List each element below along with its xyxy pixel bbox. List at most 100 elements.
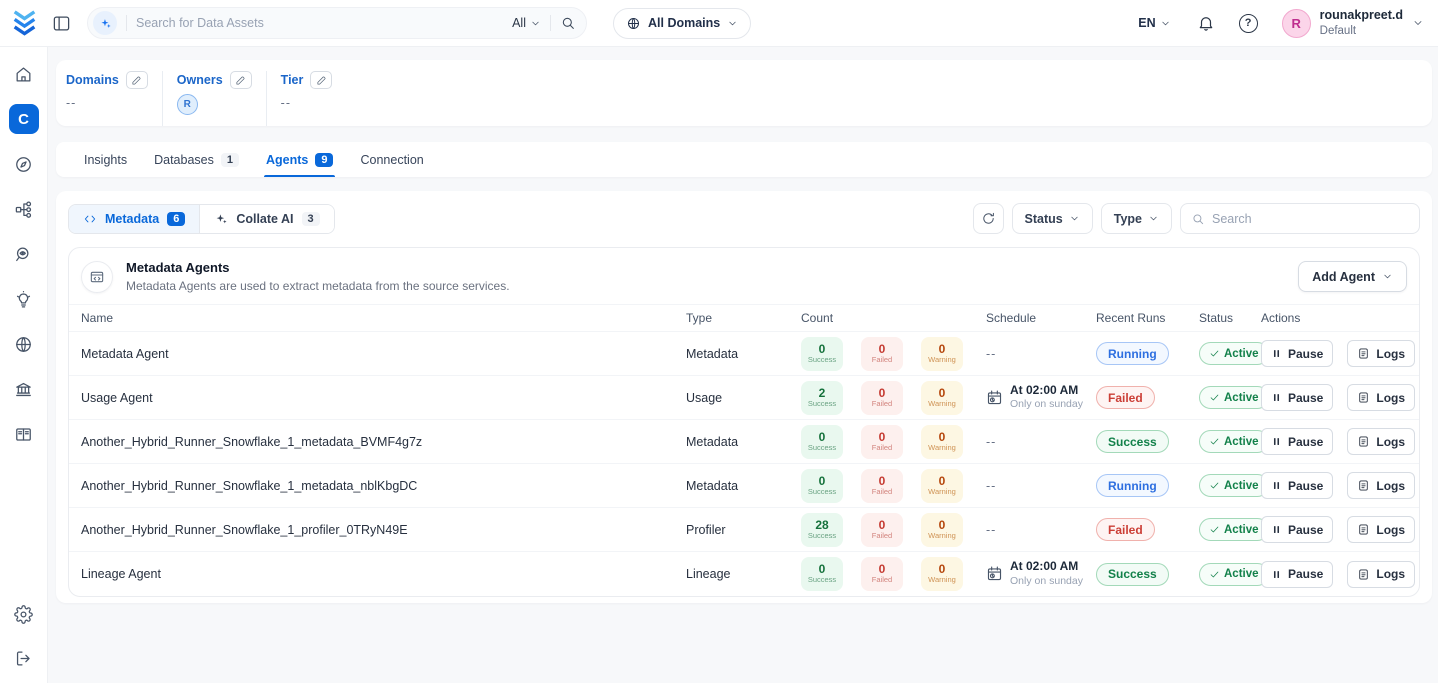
type-filter-dropdown[interactable]: Type <box>1101 203 1172 234</box>
lightbulb-icon <box>14 290 33 309</box>
sidebar-toggle-icon[interactable] <box>48 10 75 37</box>
warning-count: 0Warning <box>921 513 963 547</box>
status-badge: Active <box>1199 430 1269 453</box>
search-input[interactable] <box>136 16 512 30</box>
language-selector[interactable]: EN <box>1138 16 1170 30</box>
agent-name[interactable]: Another_Hybrid_Runner_Snowflake_1_metada… <box>69 479 686 493</box>
global-search[interactable]: All <box>87 7 587 39</box>
tab-metadata-agents[interactable]: Metadata 6 <box>69 205 199 233</box>
check-icon <box>1209 392 1220 403</box>
chevron-down-icon <box>727 18 738 29</box>
pause-button[interactable]: Pause <box>1261 384 1333 411</box>
pause-button[interactable]: Pause <box>1261 516 1333 543</box>
tab-insights[interactable]: Insights <box>84 142 127 177</box>
pencil-icon <box>316 75 327 86</box>
tab-collate-ai-agents[interactable]: Collate AI 3 <box>199 205 333 233</box>
sidebar-item-explore[interactable] <box>9 149 39 179</box>
tier-label: Tier <box>281 73 304 87</box>
chevron-down-icon <box>530 18 541 29</box>
logs-button[interactable]: Logs <box>1347 340 1415 367</box>
pause-button[interactable]: Pause <box>1261 428 1333 455</box>
warning-count: 0Warning <box>921 381 963 415</box>
recent-run-badge[interactable]: Success <box>1096 430 1169 453</box>
sidebar-item-service-active[interactable]: C <box>9 104 39 134</box>
warning-count: 0Warning <box>921 557 963 591</box>
refresh-button[interactable] <box>973 203 1004 234</box>
pause-button[interactable]: Pause <box>1261 561 1333 588</box>
table-row[interactable]: Another_Hybrid_Runner_Snowflake_1_metada… <box>69 464 1419 508</box>
user-menu[interactable]: R rounakpreet.d Default <box>1282 8 1424 38</box>
recent-run-badge[interactable]: Failed <box>1096 386 1155 409</box>
sidebar-item-home[interactable] <box>9 59 39 89</box>
logs-button[interactable]: Logs <box>1347 384 1415 411</box>
logs-button[interactable]: Logs <box>1347 561 1415 588</box>
sidebar-item-glossary[interactable] <box>9 419 39 449</box>
agent-name[interactable]: Lineage Agent <box>69 567 686 581</box>
failed-count: 0Failed <box>861 469 903 503</box>
collate-logo[interactable] <box>0 10 48 37</box>
pause-button[interactable]: Pause <box>1261 340 1333 367</box>
domain-selector[interactable]: All Domains <box>613 8 751 39</box>
logs-button[interactable]: Logs <box>1347 516 1415 543</box>
refresh-icon <box>981 211 996 226</box>
add-agent-button[interactable]: Add Agent <box>1298 261 1407 292</box>
check-icon <box>1209 348 1220 359</box>
ai-sparkle-icon <box>93 11 117 35</box>
owner-avatar[interactable]: R <box>177 94 198 115</box>
agents-search-input[interactable] <box>1212 212 1409 226</box>
sidebar-item-governance[interactable] <box>9 374 39 404</box>
sidebar-item-observability[interactable] <box>9 239 39 269</box>
sidebar-item-lineage[interactable] <box>9 194 39 224</box>
check-icon <box>1209 524 1220 535</box>
logs-icon <box>1357 435 1370 448</box>
status-badge: Active <box>1199 386 1269 409</box>
globe-icon <box>14 335 33 354</box>
agent-type: Metadata <box>686 435 801 449</box>
schedule-cell: At 02:00 AMOnly on sunday <box>986 383 1096 412</box>
recent-run-badge[interactable]: Running <box>1096 342 1169 365</box>
table-row[interactable]: Another_Hybrid_Runner_Snowflake_1_metada… <box>69 420 1419 464</box>
status-filter-dropdown[interactable]: Status <box>1012 203 1093 234</box>
agent-type: Metadata <box>686 479 801 493</box>
help-icon[interactable]: ? <box>1239 14 1258 33</box>
sidebar-item-domains[interactable] <box>9 329 39 359</box>
check-icon <box>1209 569 1220 580</box>
bank-icon <box>14 380 33 399</box>
entity-summary-card: Domains -- Owners R Tier -- <box>56 60 1432 126</box>
logs-button[interactable]: Logs <box>1347 428 1415 455</box>
search-scope-dropdown[interactable]: All <box>512 16 541 30</box>
panel-subtitle: Metadata Agents are used to extract meta… <box>126 279 510 293</box>
domains-value: -- <box>66 96 148 110</box>
agents-search[interactable] <box>1180 203 1420 234</box>
notifications-bell-icon[interactable] <box>1197 14 1215 32</box>
edit-domains-button[interactable] <box>126 71 148 89</box>
agent-type: Usage <box>686 391 801 405</box>
pause-icon <box>1271 436 1282 447</box>
success-count: 0Success <box>801 425 843 459</box>
domains-label: Domains <box>66 73 119 87</box>
table-row[interactable]: Usage Agent Usage 2Success 0Failed 0Warn… <box>69 376 1419 420</box>
sidebar-item-insights[interactable] <box>9 284 39 314</box>
agent-name[interactable]: Another_Hybrid_Runner_Snowflake_1_profil… <box>69 523 686 537</box>
agent-name[interactable]: Metadata Agent <box>69 347 686 361</box>
recent-run-badge[interactable]: Success <box>1096 563 1169 586</box>
logs-button[interactable]: Logs <box>1347 472 1415 499</box>
agent-name[interactable]: Another_Hybrid_Runner_Snowflake_1_metada… <box>69 435 686 449</box>
recent-run-badge[interactable]: Failed <box>1096 518 1155 541</box>
tab-databases[interactable]: Databases1 <box>154 142 239 177</box>
agent-name[interactable]: Usage Agent <box>69 391 686 405</box>
recent-run-badge[interactable]: Running <box>1096 474 1169 497</box>
tab-connection[interactable]: Connection <box>360 142 423 177</box>
search-icon[interactable] <box>560 15 576 31</box>
tab-agents[interactable]: Agents9 <box>266 142 334 177</box>
sidebar-item-settings[interactable] <box>9 599 39 629</box>
warning-count: 0Warning <box>921 425 963 459</box>
sidebar-item-logout[interactable] <box>9 643 39 673</box>
edit-tier-button[interactable] <box>310 71 332 89</box>
table-row[interactable]: Another_Hybrid_Runner_Snowflake_1_profil… <box>69 508 1419 552</box>
agents-panel: Metadata 6 Collate AI 3 Status <box>56 191 1432 603</box>
edit-owners-button[interactable] <box>230 71 252 89</box>
table-row[interactable]: Metadata Agent Metadata 0Success 0Failed… <box>69 332 1419 376</box>
table-row[interactable]: Lineage Agent Lineage 0Success 0Failed 0… <box>69 552 1419 596</box>
pause-button[interactable]: Pause <box>1261 472 1333 499</box>
